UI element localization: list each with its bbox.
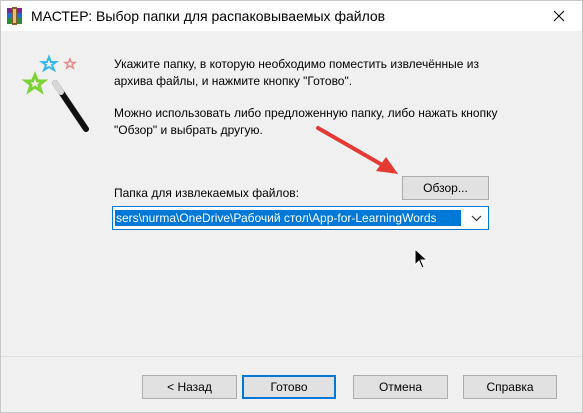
- magic-wand-stars-icon: [21, 54, 89, 132]
- dialog-window: МАСТЕР: Выбор папки для распаковываемых …: [0, 0, 583, 413]
- window-title: МАСТЕР: Выбор папки для распаковываемых …: [31, 8, 386, 24]
- back-button[interactable]: < Назад: [142, 375, 237, 399]
- folder-path-combobox[interactable]: sers\nurma\OneDrive\Рабочий стол\App-for…: [112, 206, 489, 230]
- close-icon: [553, 10, 565, 22]
- instruction-text-1: Укажите папку, в которую необходимо поме…: [114, 57, 479, 88]
- footer-divider: [1, 356, 582, 357]
- title-bar[interactable]: МАСТЕР: Выбор папки для распаковываемых …: [1, 1, 582, 31]
- instruction-text-2: Можно использовать либо предложенную пап…: [114, 106, 498, 137]
- winrar-books-icon: [7, 7, 22, 25]
- finish-button[interactable]: Готово: [242, 375, 336, 399]
- cancel-button[interactable]: Отмена: [353, 375, 448, 399]
- browse-button[interactable]: Обзор...: [402, 176, 489, 200]
- chevron-down-icon: [471, 215, 481, 221]
- close-button[interactable]: [536, 1, 582, 31]
- folder-path-input[interactable]: sers\nurma\OneDrive\Рабочий стол\App-for…: [115, 210, 461, 226]
- mouse-cursor-icon: [414, 248, 429, 269]
- help-button[interactable]: Справка: [463, 375, 557, 399]
- dropdown-toggle[interactable]: [464, 207, 488, 229]
- folder-label: Папка для извлекаемых файлов:: [114, 186, 299, 200]
